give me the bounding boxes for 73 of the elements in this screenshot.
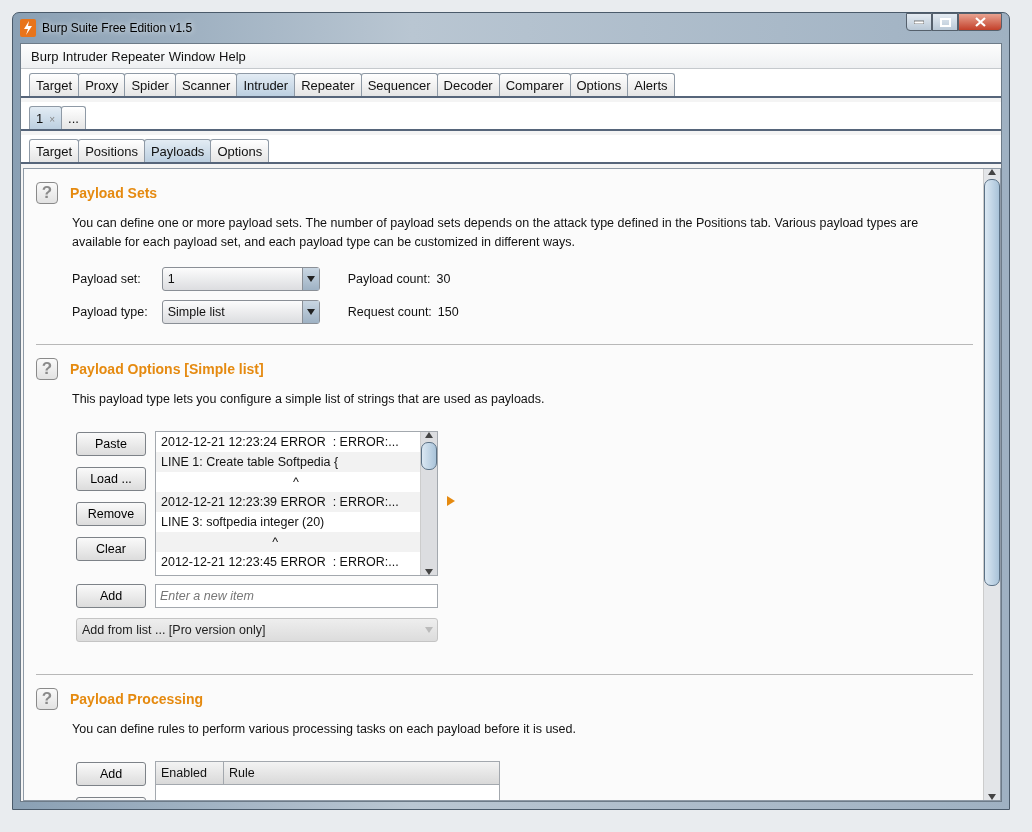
section-title: Payload Processing — [70, 691, 204, 707]
tab[interactable]: Alerts — [627, 73, 675, 96]
down-arrow-icon[interactable] — [425, 569, 433, 575]
section-title: Payload Sets — [70, 185, 158, 201]
tab[interactable]: Positions — [78, 139, 145, 162]
dropdown[interactable]: Simple list — [161, 300, 320, 324]
list-item[interactable]: 2012-12-21 12:23:39 ERROR : ERROR:... — [156, 492, 420, 512]
section-description: You can define rules to perform various processing tasks on each payload before it is used. — [72, 721, 577, 738]
column-header[interactable]: Enabled — [156, 762, 224, 784]
list-button[interactable]: Clear — [76, 537, 146, 561]
tab[interactable]: Repeater — [294, 73, 362, 96]
minimize-button[interactable] — [906, 13, 932, 31]
list-item[interactable]: ^ — [156, 472, 420, 492]
field-label: Payload set: — [72, 272, 142, 286]
stat-value: 30 — [436, 272, 451, 286]
add-button[interactable]: Add — [76, 584, 146, 608]
down-arrow-icon — [425, 627, 433, 633]
tab[interactable]: Sequencer — [360, 73, 438, 96]
tab[interactable]: Scanner — [174, 73, 238, 96]
tab[interactable]: Decoder — [436, 73, 500, 96]
stat-label: Payload count: — [347, 272, 431, 286]
section-description: This payload type lets you configure a simple list of strings that are used as payloads. — [72, 391, 546, 408]
tab[interactable]: Options — [569, 73, 629, 96]
list-item[interactable]: LINE 1: Create table Softpedia { — [156, 452, 420, 472]
field-label: Payload type: — [72, 305, 148, 319]
scrollbar[interactable] — [420, 432, 437, 575]
tab[interactable]: Target — [29, 73, 80, 96]
list-button[interactable]: Paste — [76, 432, 146, 456]
menu-item[interactable]: Help — [217, 48, 248, 64]
menu-item[interactable]: Repeater — [109, 48, 167, 64]
tab[interactable]: ... — [61, 106, 86, 129]
list-item[interactable]: 2012-12-21 12:23:24 ERROR : ERROR:... — [156, 432, 420, 452]
tab[interactable]: Target — [29, 139, 80, 162]
scrollbar[interactable] — [983, 169, 1000, 800]
maximize-icon — [939, 17, 951, 27]
menu-item[interactable]: Intruder — [60, 48, 110, 64]
up-arrow-icon[interactable] — [988, 169, 996, 175]
close-button[interactable] — [958, 13, 1002, 31]
list-item[interactable]: ^ — [156, 532, 420, 552]
down-arrow-icon — [306, 309, 315, 315]
payload-list[interactable]: 2012-12-21 12:23:24 ERROR : ERROR:... LINE 1: Create table Softpedia { ^ 2012-12-21 12:23:39 ERROR : ERROR:... LINE 3: softpedia integer (20) ^ 2012-12-21 12:23:45 ERROR : ERROR:... — [155, 431, 438, 576]
up-arrow-icon[interactable] — [425, 432, 433, 438]
lightning-icon — [20, 19, 36, 37]
section-description: You can define one or more payload sets. The number of payload sets depends on the attack type defined in the Positions tab. Various payload types are available for each payload set, and each payload type can be customized in different ways. — [72, 215, 920, 251]
list-item[interactable]: LINE 3: softpedia integer (20) — [156, 512, 420, 532]
stat-label: Request count: — [347, 305, 432, 319]
tab[interactable]: Spider — [124, 73, 176, 96]
column-header[interactable]: Rule — [224, 762, 499, 784]
new-item-field[interactable]: Enter a new item — [155, 584, 438, 608]
minimize-icon — [914, 20, 924, 24]
down-arrow-icon[interactable] — [988, 794, 996, 800]
list-item[interactable]: 2012-12-21 12:23:45 ERROR : ERROR:... — [156, 552, 420, 572]
add-button[interactable]: Add — [76, 762, 146, 786]
window-title: Burp Suite Free Edition v1.5 — [42, 21, 193, 35]
list-button[interactable]: Load ... — [76, 467, 146, 491]
tab[interactable]: Payloads — [143, 139, 212, 162]
triangle-icon — [447, 495, 455, 506]
tab[interactable]: Comparer — [498, 73, 571, 96]
stat-value: 150 — [437, 305, 459, 319]
scroll-thumb[interactable] — [984, 179, 1000, 586]
menu-item[interactable]: Burp — [29, 48, 61, 64]
scroll-thumb[interactable] — [421, 442, 437, 470]
down-arrow-icon — [306, 276, 315, 282]
tab[interactable]: 1 × — [29, 106, 63, 129]
tab[interactable]: Options — [210, 139, 270, 162]
dropdown[interactable]: 1 — [161, 267, 320, 291]
maximize-button[interactable] — [932, 13, 958, 31]
section-title: Payload Options [Simple list] — [70, 361, 264, 377]
close-icon — [974, 17, 986, 27]
tab[interactable]: Proxy — [78, 73, 126, 96]
menu-item[interactable]: Window — [166, 48, 217, 64]
list-button[interactable]: Remove — [76, 502, 146, 526]
tab[interactable]: Intruder — [236, 73, 296, 96]
